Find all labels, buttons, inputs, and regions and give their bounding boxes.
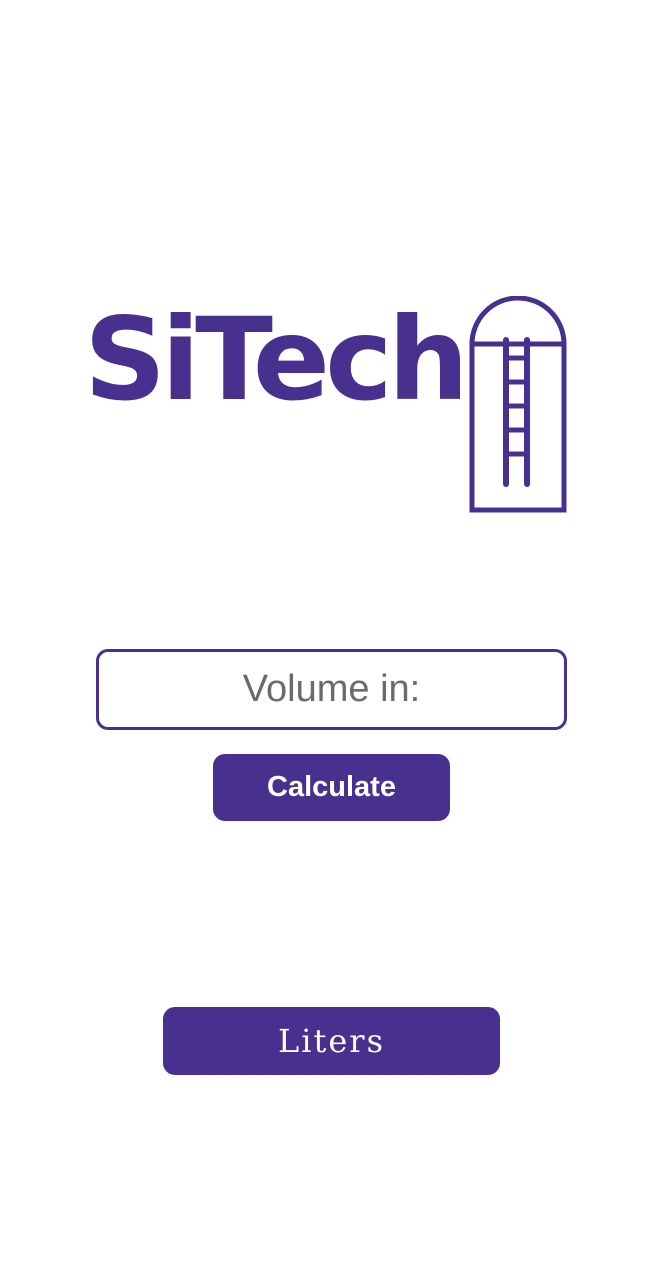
app-screen: SiTech Calculate Liters	[0, 0, 663, 1280]
silo-with-ladder-icon	[469, 296, 567, 513]
sitech-logo: SiTech	[80, 295, 570, 515]
volume-input[interactable]	[96, 649, 567, 730]
unit-liters-button[interactable]: Liters	[163, 1007, 500, 1075]
logo-text: SiTech	[84, 293, 469, 426]
calculate-button[interactable]: Calculate	[213, 754, 450, 821]
